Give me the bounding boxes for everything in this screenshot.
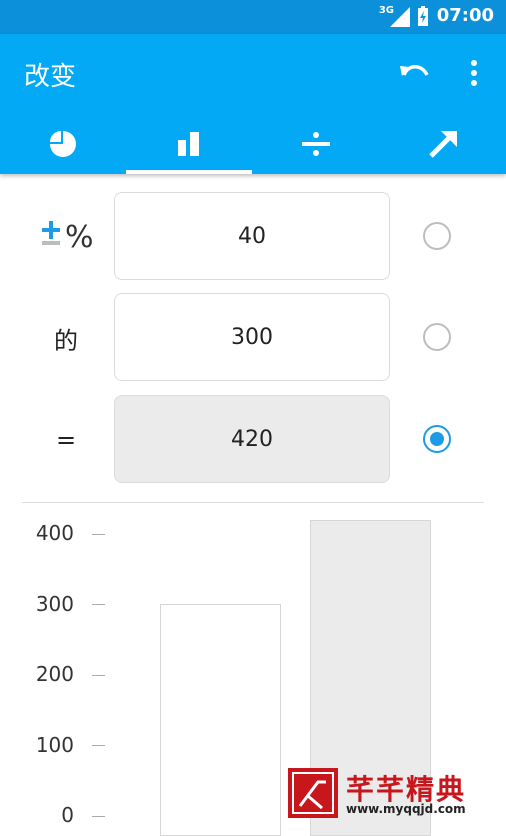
tab-divide[interactable] <box>253 114 379 174</box>
plus-minus-percent-icon: % <box>42 220 94 255</box>
percent-radio[interactable] <box>423 222 451 250</box>
pie-chart-icon <box>50 131 76 157</box>
undo-icon[interactable] <box>398 58 432 88</box>
tab-trend[interactable] <box>380 114 506 174</box>
result-field[interactable]: 420 <box>114 395 390 483</box>
tab-indicator <box>126 170 252 174</box>
bar-1 <box>160 604 281 836</box>
tab-pie[interactable] <box>0 114 126 174</box>
y-tick-mark <box>92 604 105 606</box>
svg-text:%: % <box>65 220 94 255</box>
signal-icon <box>390 7 410 27</box>
watermark-url: www.myqqjd.com <box>346 802 466 816</box>
y-tick-mark <box>92 533 105 535</box>
base-value-radio[interactable] <box>423 323 451 351</box>
tab-bar-chart[interactable] <box>126 114 252 174</box>
y-tick-label: 400 <box>35 521 74 545</box>
watermark-logo-icon <box>288 768 338 818</box>
plus-minus-percent-label: % <box>30 192 102 282</box>
equals-label: = <box>55 426 77 454</box>
battery-icon <box>418 6 428 26</box>
page-title: 改变 <box>24 62 77 92</box>
more-options-icon[interactable] <box>462 56 486 90</box>
y-tick-mark <box>92 745 105 747</box>
watermark: 芊芊精典 www.myqqjd.com <box>288 768 506 831</box>
y-tick-label: 200 <box>35 662 74 686</box>
y-tick-mark <box>92 816 105 817</box>
percent-row: % 40 <box>0 192 506 284</box>
y-tick-label: 300 <box>35 592 74 616</box>
divide-icon <box>302 132 330 156</box>
arrow-up-right-icon <box>429 131 457 158</box>
app-bar: 改变 <box>0 34 506 174</box>
percent-input[interactable]: 40 <box>114 192 390 280</box>
base-value-input[interactable]: 300 <box>114 293 390 381</box>
y-tick-mark <box>92 674 105 676</box>
bar-chart-icon <box>178 132 199 156</box>
status-bar: 3G 07:00 <box>0 0 506 34</box>
y-tick-label: 0 <box>61 803 74 827</box>
tab-bar <box>0 114 506 174</box>
result-radio[interactable] <box>423 425 451 453</box>
y-tick-label: 100 <box>35 733 74 757</box>
of-row: 的 300 <box>0 293 506 385</box>
of-label: 的 <box>54 326 78 355</box>
clock: 07:00 <box>436 5 494 26</box>
result-row: = 420 <box>0 395 506 487</box>
